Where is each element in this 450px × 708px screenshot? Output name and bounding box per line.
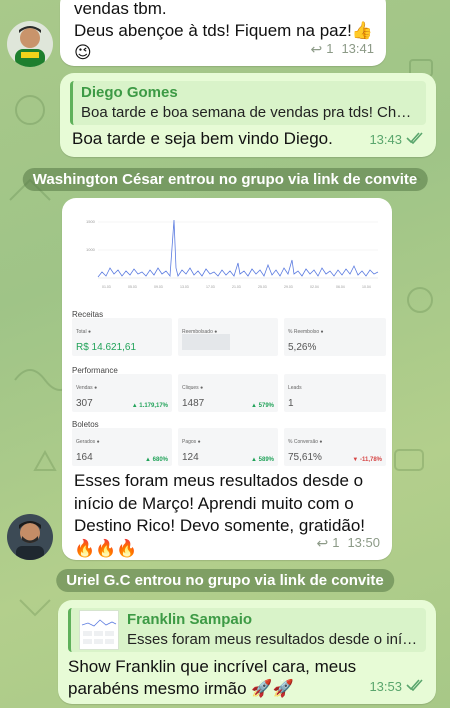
reply-count: 1: [332, 535, 340, 550]
double-check-icon: [406, 676, 424, 698]
card-leads: Leads 1: [284, 374, 386, 412]
message-text: Boa tarde e seja bem vindo Diego.: [72, 129, 333, 148]
avatar-sender-3[interactable]: [7, 514, 53, 560]
service-message-join: Uriel G.C entrou no grupo via link de co…: [56, 569, 394, 592]
message-text-line: vendas tbm.: [74, 0, 167, 18]
quote-text: Boa tarde e boa semana de vendas pra tds…: [81, 104, 418, 121]
card-vendas: Vendas ● 307 ▲ 1.179,17%: [72, 374, 172, 412]
quote-thumbnail: [79, 610, 119, 650]
message-text: Show Franklin que incrível cara, meus pa…: [68, 656, 356, 700]
message-text-line: Show Franklin que incrível cara, meus: [68, 657, 357, 676]
message-meta: 13:43: [369, 129, 424, 151]
message-meta: ↩ 1 13:41: [310, 38, 374, 60]
svg-text:25.03: 25.03: [258, 285, 267, 289]
message-bubble-3[interactable]: 1500 1000 01.03 05.03 09.03 13.03 17.03 21.0…: [62, 198, 392, 560]
quote-author: Diego Gomes: [81, 84, 178, 101]
message-meta: 13:53: [369, 676, 424, 698]
caption-line: Esses foram meus resultados desde o: [74, 471, 364, 490]
svg-text:10.04: 10.04: [362, 285, 371, 289]
svg-text:06.04: 06.04: [336, 285, 345, 289]
svg-text:17.03: 17.03: [206, 285, 215, 289]
svg-text:29.03: 29.03: [284, 285, 293, 289]
quote-text: Esses foram meus resultados desde o iníc…: [127, 631, 418, 648]
message-time: 13:43: [369, 132, 402, 147]
redacted-value: [182, 334, 230, 350]
message-text-line: parabéns mesmo irmão 🚀🚀: [68, 679, 294, 698]
svg-text:09.03: 09.03: [154, 285, 163, 289]
message-time: 13:50: [347, 535, 380, 550]
avatar-image: [7, 514, 53, 560]
svg-text:02.04: 02.04: [310, 285, 319, 289]
caption-line: início de Março! Aprendi muito com o: [74, 493, 354, 513]
svg-text:1500: 1500: [86, 219, 96, 224]
message-bubble-4[interactable]: Franklin Sampaio Esses foram meus result…: [58, 600, 436, 704]
svg-text:05.03: 05.03: [128, 285, 137, 289]
svg-text:01.03: 01.03: [102, 285, 111, 289]
card-cliques: Cliques ● 1487 ▲ 579%: [178, 374, 278, 412]
message-time: 13:53: [369, 679, 402, 694]
message-meta: ↩ 1 13:50: [316, 532, 380, 554]
card-pagos: Pagos ● 124 ▲ 589%: [178, 428, 278, 466]
reply-quote[interactable]: Franklin Sampaio Esses foram meus result…: [68, 608, 426, 652]
card-percentual-reembolso: % Reembolso ● 5,26%: [284, 318, 386, 356]
avatar-sender-1[interactable]: [7, 21, 53, 67]
card-gerados: Gerados ● 164 ▲ 680%: [72, 428, 172, 466]
message-time: 13:41: [341, 41, 374, 56]
card-conversao: % Conversão ● 75,61% ▼ -11,78%: [284, 428, 386, 466]
double-check-icon: [406, 129, 424, 151]
card-total: Total ● R$ 14.621,61: [72, 318, 172, 356]
svg-text:1000: 1000: [86, 247, 96, 252]
reply-count: 1: [326, 41, 334, 56]
card-reembolsado: Reembolsado ●: [178, 318, 278, 356]
quote-author: Franklin Sampaio: [127, 611, 253, 628]
sales-line-chart: 1500 1000 01.03 05.03 09.03 13.03 17.03 21.0…: [86, 219, 379, 289]
message-bubble-1[interactable]: vendas tbm. Deus abençoe à tds! Fiquem n…: [60, 0, 386, 66]
reply-icon[interactable]: ↩: [316, 532, 328, 554]
avatar-image: [7, 21, 53, 67]
reply-quote[interactable]: Diego Gomes Boa tarde e boa semana de ve…: [70, 81, 426, 125]
message-bubble-2[interactable]: Diego Gomes Boa tarde e boa semana de ve…: [60, 73, 436, 157]
svg-text:21.03: 21.03: [232, 285, 241, 289]
service-message-join: Washington César entrou no grupo via lin…: [22, 168, 428, 191]
svg-text:13.03: 13.03: [180, 285, 189, 289]
attached-image-dashboard[interactable]: 1500 1000 01.03 05.03 09.03 13.03 17.03 21.0…: [72, 208, 386, 466]
reply-icon[interactable]: ↩: [310, 38, 322, 60]
